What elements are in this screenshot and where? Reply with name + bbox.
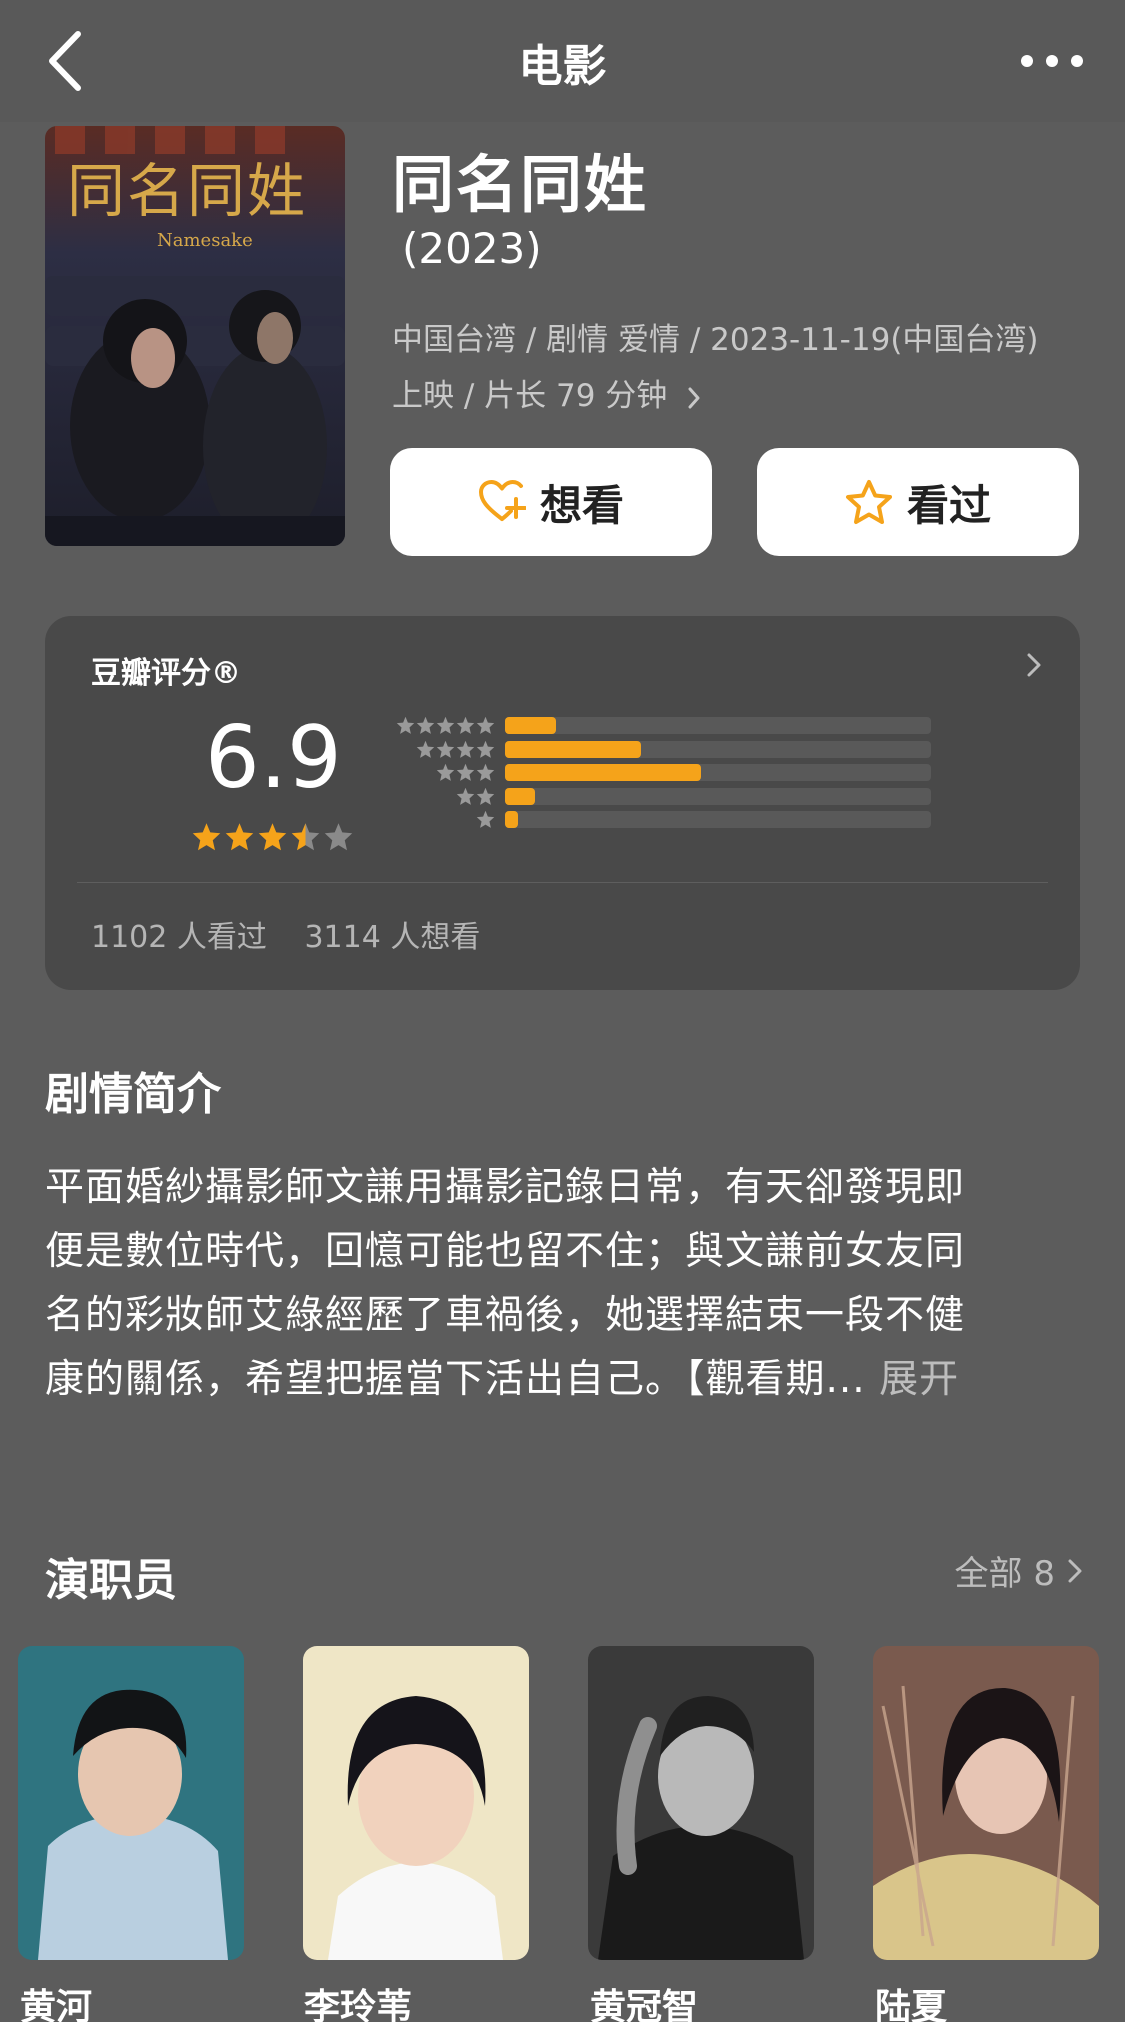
star-small-icon bbox=[436, 716, 455, 734]
divider bbox=[77, 882, 1048, 883]
synopsis-line: 名的彩妝師艾綠經歷了車禍後，她選擇結束一段不健 bbox=[45, 1293, 966, 1338]
want-count[interactable]: 3114 人想看 bbox=[304, 920, 480, 955]
star-small-icon bbox=[456, 763, 475, 781]
star-small-icon bbox=[436, 763, 455, 781]
distribution-bar bbox=[505, 717, 556, 734]
distribution-row bbox=[385, 810, 945, 828]
star-empty-icon bbox=[324, 823, 353, 851]
cast-heading: 演职员 bbox=[45, 1555, 177, 1606]
distribution-track bbox=[505, 764, 931, 781]
distribution-track bbox=[505, 717, 931, 734]
star-small-icon bbox=[476, 810, 495, 828]
distribution-stars bbox=[385, 740, 495, 760]
chevron-right-icon bbox=[1068, 1559, 1082, 1582]
distribution-bar bbox=[505, 787, 535, 805]
cast-all-label: 全部 8 bbox=[954, 1554, 1055, 1594]
cast-name: 李玲苇 bbox=[304, 1987, 413, 2022]
star-small-icon bbox=[396, 716, 415, 734]
more-button[interactable] bbox=[1017, 46, 1087, 76]
distribution-track bbox=[505, 787, 931, 805]
star-outline-icon bbox=[845, 480, 892, 524]
synopsis-text[interactable]: 平面婚紗攝影師文謙用攝影記錄日常，有天卻發現即 便是數位時代，回憶可能也留不住；… bbox=[45, 1156, 1085, 1412]
cast-photo[interactable] bbox=[588, 1646, 814, 1960]
nav-title: 电影 bbox=[518, 41, 607, 92]
distribution-row bbox=[385, 740, 945, 758]
distribution-bar bbox=[505, 811, 518, 828]
star-filled-icon bbox=[192, 823, 221, 851]
distribution-row bbox=[385, 716, 945, 734]
distribution-stars bbox=[385, 787, 495, 807]
movie-detail-page: 电影 同名同姓 Namesake 同名同姓 (2023) 中国台湾 / 剧情 爱… bbox=[0, 0, 1125, 2022]
distribution-row bbox=[385, 763, 945, 781]
star-filled-icon bbox=[258, 823, 287, 851]
star-filled-icon bbox=[225, 823, 254, 851]
star-small-icon bbox=[476, 716, 495, 734]
distribution-bar bbox=[505, 764, 701, 781]
rating-card[interactable]: 豆瓣评分® 6.9 1102 人看过 3114 人想看 bbox=[45, 616, 1080, 990]
distribution-bar bbox=[505, 740, 641, 758]
distribution-stars bbox=[385, 763, 495, 783]
rating-stars bbox=[191, 822, 354, 852]
distribution-track bbox=[505, 740, 931, 758]
synopsis-line: 便是數位時代，回憶可能也留不住；與文謙前女友同 bbox=[45, 1229, 966, 1274]
synopsis-line: 平面婚紗攝影師文謙用攝影記錄日常，有天卻發現即 bbox=[45, 1165, 966, 1210]
more-dots-icon bbox=[1021, 55, 1083, 67]
star-small-icon bbox=[456, 740, 475, 758]
star-small-icon bbox=[476, 787, 495, 805]
star-filled-icon bbox=[291, 823, 320, 851]
movie-meta[interactable]: 中国台湾 / 剧情 爱情 / 2023-11-19(中国台湾) 上映 / 片长 … bbox=[392, 312, 1092, 424]
distribution-stars bbox=[385, 810, 495, 830]
cast-name: 黄冠智 bbox=[590, 1987, 699, 2022]
synopsis-heading: 剧情简介 bbox=[45, 1069, 221, 1120]
poster-subtitle: Namesake bbox=[157, 230, 253, 251]
cast-photo[interactable] bbox=[303, 1646, 529, 1960]
want-to-watch-button[interactable]: 想看 bbox=[390, 448, 712, 556]
star-small-icon bbox=[416, 716, 435, 734]
chevron-right-icon bbox=[1027, 653, 1041, 677]
star-small-icon bbox=[476, 763, 495, 781]
cast-name: 陆夏 bbox=[875, 1987, 948, 2022]
nav-bar: 电影 bbox=[0, 0, 1125, 122]
poster-title: 同名同姓 bbox=[67, 157, 308, 225]
star-small-icon bbox=[476, 740, 495, 758]
cast-photo-image bbox=[873, 1646, 1099, 1960]
rating-score: 6.9 bbox=[205, 708, 342, 808]
star-small-icon bbox=[416, 740, 435, 758]
heart-plus-icon bbox=[478, 480, 526, 521]
synopsis-line: 康的關係，希望把握當下活出自己。【觀看期... bbox=[45, 1357, 866, 1402]
seen-label: 看过 bbox=[906, 480, 991, 530]
movie-title: 同名同姓 bbox=[392, 148, 649, 221]
cast-name: 黄河 bbox=[20, 1987, 93, 2022]
cast-photo[interactable] bbox=[873, 1646, 1099, 1960]
chevron-right-icon bbox=[688, 387, 700, 408]
star-small-icon bbox=[456, 787, 475, 805]
synopsis-line-last: 康的關係，希望把握當下活出自己。【觀看期... 展开 bbox=[45, 1348, 1085, 1412]
seen-count[interactable]: 1102 人看过 bbox=[91, 920, 267, 955]
expand-link[interactable]: 展开 bbox=[879, 1357, 959, 1402]
cast-photo-image bbox=[18, 1646, 244, 1960]
cast-all-link[interactable]: 全部 8 bbox=[955, 1546, 1083, 1595]
cast-photo[interactable] bbox=[18, 1646, 244, 1960]
distribution-stars bbox=[385, 716, 495, 736]
meta-line-1: 中国台湾 / 剧情 爱情 / 2023-11-19(中国台湾) bbox=[392, 322, 1039, 358]
distribution-row bbox=[385, 787, 945, 805]
rating-source: 豆瓣评分® bbox=[91, 656, 241, 691]
rating-stats: 1102 人看过 3114 人想看 bbox=[91, 912, 480, 956]
meta-line-2-wrap: 上映 / 片长 79 分钟 bbox=[392, 368, 1092, 424]
want-label: 想看 bbox=[539, 480, 624, 530]
meta-line-2: 上映 / 片长 79 分钟 bbox=[392, 378, 668, 414]
cast-photo-image bbox=[588, 1646, 814, 1960]
star-small-icon bbox=[456, 716, 475, 734]
watched-button[interactable]: 看过 bbox=[757, 448, 1079, 556]
distribution-track bbox=[505, 811, 931, 828]
movie-poster[interactable]: 同名同姓 Namesake bbox=[45, 126, 345, 546]
cast-photo-image bbox=[303, 1646, 529, 1960]
star-small-icon bbox=[436, 740, 455, 758]
movie-year: (2023) bbox=[402, 224, 542, 273]
